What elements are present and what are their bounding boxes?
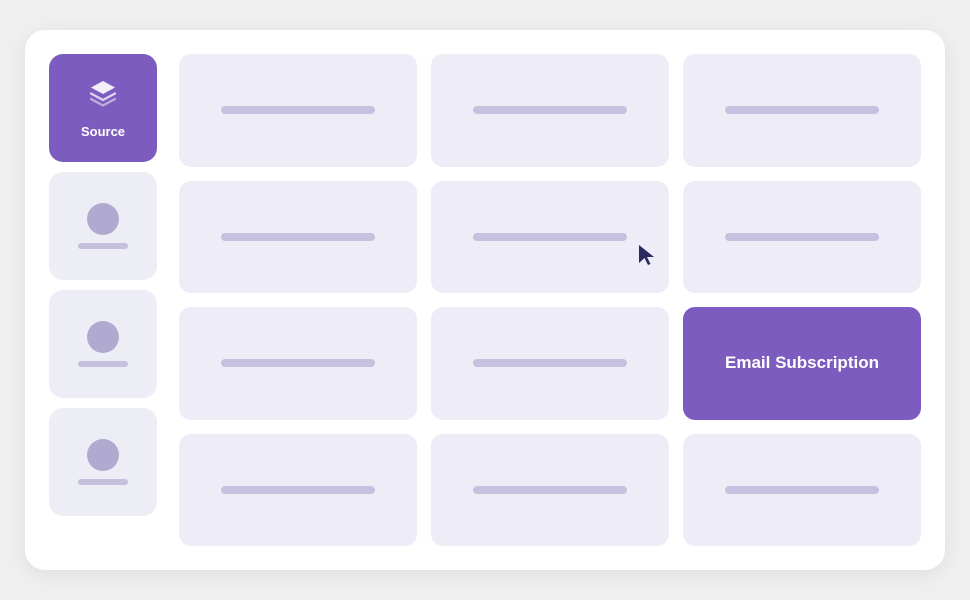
card-bar [473,233,628,241]
app-container: Source [25,30,945,570]
cursor-icon [637,243,659,275]
card-bar [473,106,628,114]
sidebar-item-user1[interactable] [49,172,157,280]
sidebar-item-user2[interactable] [49,290,157,398]
avatar-bar-2 [78,361,128,367]
grid-card-r4c2[interactable] [431,434,669,547]
avatar-3 [87,439,119,471]
card-bar [473,359,628,367]
grid-card-r4c3[interactable] [683,434,921,547]
email-subscription-label: Email Subscription [713,353,891,373]
grid-card-r2c3[interactable] [683,181,921,294]
card-bar [221,106,376,114]
card-bar [473,486,628,494]
avatar-1 [87,203,119,235]
grid-card-email-subscription[interactable]: Email Subscription [683,307,921,420]
sidebar-source-label: Source [81,124,125,139]
card-bar [725,233,880,241]
card-bar [221,486,376,494]
sidebar-item-source[interactable]: Source [49,54,157,162]
grid-card-r4c1[interactable] [179,434,417,547]
sidebar-item-user3[interactable] [49,408,157,516]
main-grid: Email Subscription [179,54,921,546]
grid-card-r3c1[interactable] [179,307,417,420]
grid-card-r2c1[interactable] [179,181,417,294]
card-bar [725,106,880,114]
grid-card-r3c2[interactable] [431,307,669,420]
grid-card-r1c2[interactable] [431,54,669,167]
avatar-2 [87,321,119,353]
sidebar: Source [49,54,159,546]
card-bar [221,233,376,241]
grid-card-r2c2[interactable] [431,181,669,294]
layers-icon [87,77,119,116]
avatar-bar-1 [78,243,128,249]
card-bar [725,486,880,494]
card-bar [221,359,376,367]
grid-card-r1c1[interactable] [179,54,417,167]
avatar-bar-3 [78,479,128,485]
grid-card-r1c3[interactable] [683,54,921,167]
